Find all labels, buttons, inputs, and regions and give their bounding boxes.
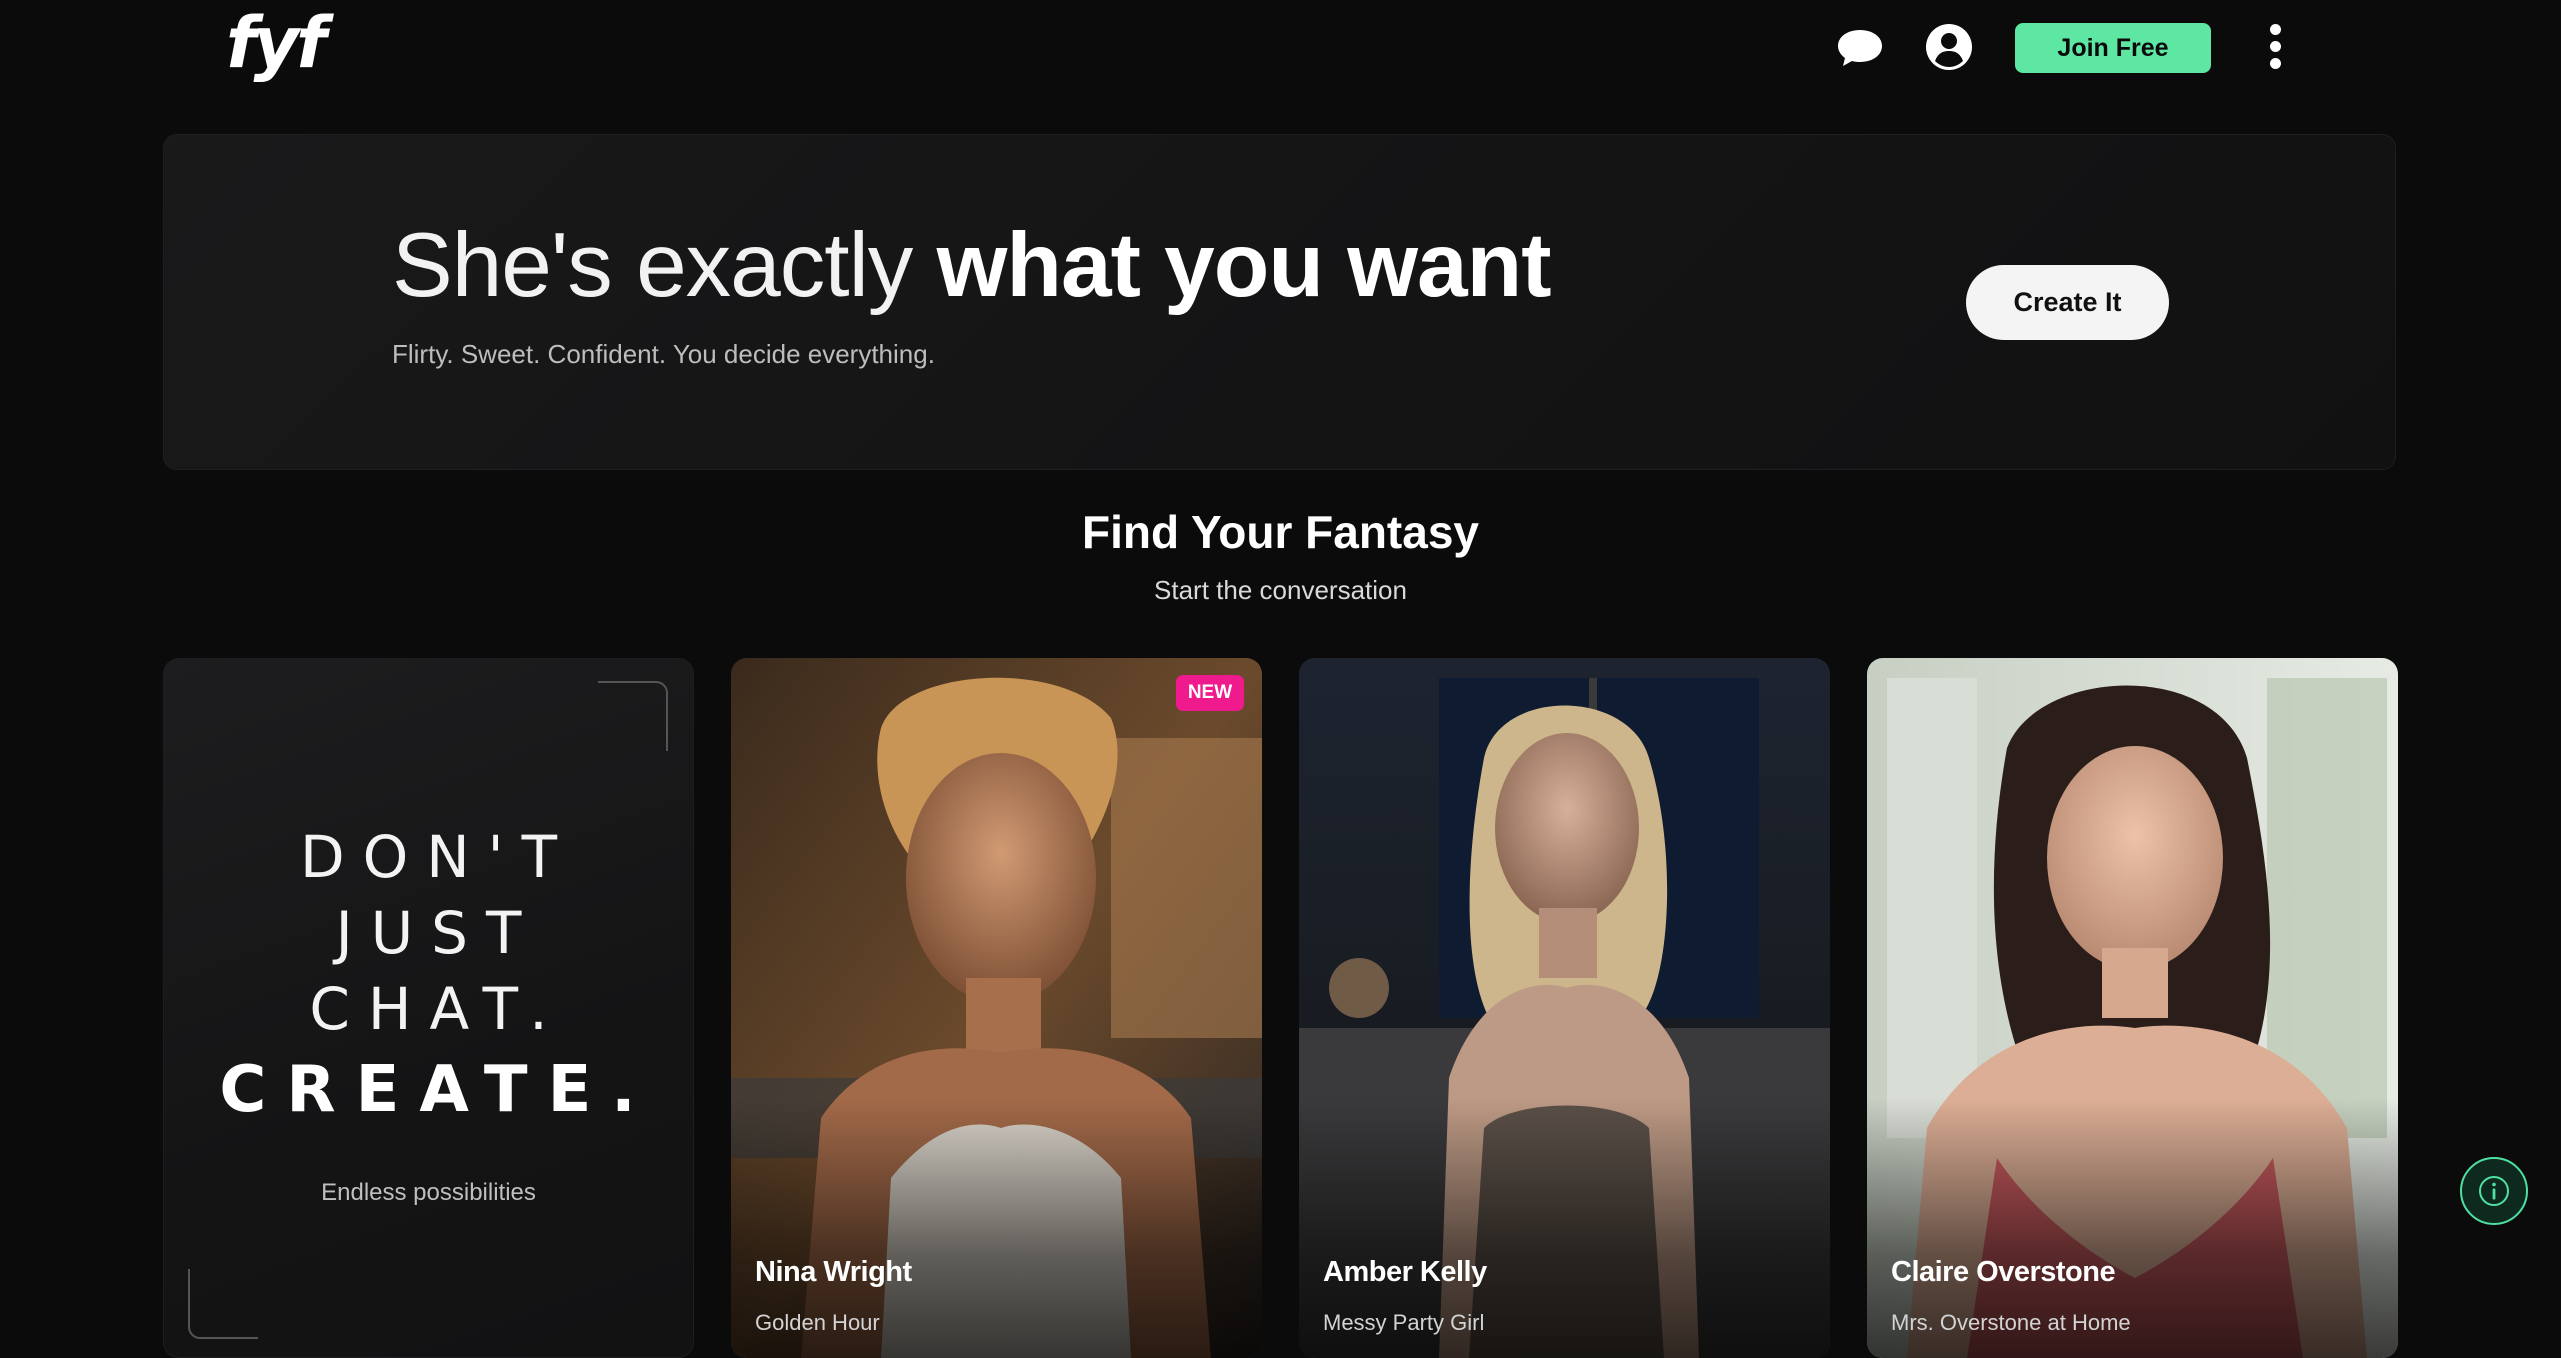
corner-bracket-decoration bbox=[598, 681, 668, 751]
hero-title-bold: what you want bbox=[936, 215, 1552, 316]
character-tagline: Messy Party Girl bbox=[1323, 1310, 1485, 1335]
join-free-button[interactable]: Join Free bbox=[2015, 23, 2211, 73]
chat-bubble-icon[interactable] bbox=[1835, 22, 1885, 72]
character-card[interactable]: Claire Overstone Mrs. Overstone at Home bbox=[1867, 658, 2398, 1358]
promo-line: DON'T bbox=[299, 823, 576, 891]
create-promo-card[interactable]: DON'T JUST CHAT. CREATE. Endless possibi… bbox=[163, 658, 694, 1358]
hero-title: She's exactly what you want bbox=[392, 220, 1552, 311]
promo-headline: DON'T JUST CHAT. CREATE. bbox=[164, 819, 693, 1133]
character-card[interactable]: NEW Nina Wright Golden Hour bbox=[731, 658, 1262, 1358]
section-title: Find Your Fantasy bbox=[1081, 506, 1480, 558]
promo-line: JUST bbox=[335, 899, 540, 967]
promo-line: CHAT. bbox=[309, 975, 566, 1043]
promo-subtitle: Endless possibilities bbox=[321, 1179, 536, 1206]
section-subtitle: Start the conversation bbox=[1154, 575, 1407, 605]
character-card[interactable]: Amber Kelly Messy Party Girl bbox=[1299, 658, 1830, 1358]
more-vertical-icon[interactable] bbox=[2262, 24, 2288, 74]
user-account-icon[interactable] bbox=[1924, 22, 1974, 72]
character-name: Nina Wright bbox=[755, 1256, 912, 1288]
hero-subtitle: Flirty. Sweet. Confident. You decide eve… bbox=[392, 339, 935, 369]
promo-emphasis: CREATE. bbox=[219, 1053, 656, 1127]
character-tagline: Golden Hour bbox=[755, 1310, 880, 1335]
hero-title-regular: She's exactly bbox=[392, 215, 913, 316]
logo[interactable]: fyf bbox=[226, 8, 327, 78]
character-name: Amber Kelly bbox=[1323, 1256, 1487, 1288]
character-tagline: Mrs. Overstone at Home bbox=[1891, 1310, 2131, 1335]
info-icon[interactable] bbox=[2460, 1157, 2528, 1225]
character-name: Claire Overstone bbox=[1891, 1256, 2116, 1288]
corner-bracket-decoration bbox=[188, 1269, 258, 1339]
create-it-button[interactable]: Create It bbox=[1966, 265, 2169, 340]
new-badge: NEW bbox=[1176, 675, 1244, 711]
